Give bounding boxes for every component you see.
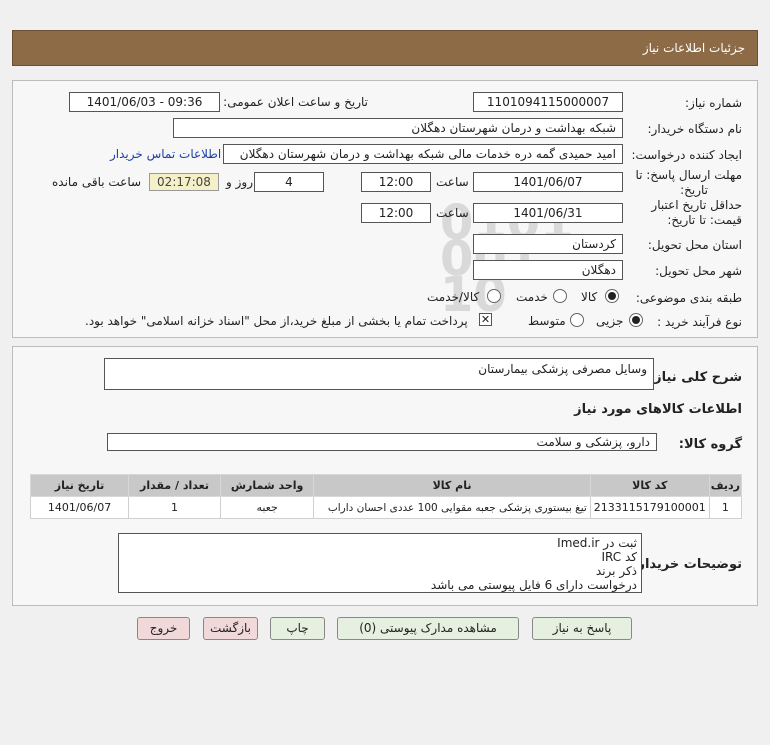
- col-code: کد کالا: [589, 474, 710, 497]
- remaining-label: ساعت باقی مانده: [52, 175, 142, 189]
- col-name: نام کالا: [313, 474, 591, 497]
- category-option-goods-service: کالا/خدمت: [427, 290, 480, 304]
- validity-time-field: 12:00: [361, 203, 431, 223]
- days-field: 4: [254, 172, 324, 192]
- goods-group-field: دارو، پزشکی و سلامت: [107, 433, 657, 451]
- category-label: طبقه بندی موضوعی:: [635, 291, 742, 305]
- deadline-date-field: 1401/06/07: [473, 172, 623, 192]
- days-label: روز و: [226, 175, 253, 189]
- col-qty: تعداد / مقدار: [128, 474, 221, 497]
- purchase-option-medium: متوسط: [528, 314, 566, 328]
- summary-field: وسایل مصرفی پزشکی بیمارستان: [104, 358, 654, 390]
- exit-button[interactable]: خروج: [137, 617, 190, 640]
- category-radio-goods[interactable]: [605, 289, 619, 303]
- buyer-notes-box: ثبت در Imed.ir کد IRC ذکر برند درخواست د…: [118, 533, 642, 593]
- page-header: جزئیات اطلاعات نیاز: [12, 30, 758, 66]
- creator-label: ایجاد کننده درخواست:: [631, 148, 742, 162]
- creator-field: امید حمیدی گمه دره خدمات مالی شبکه بهداش…: [223, 144, 623, 164]
- deadline-time-field: 12:00: [361, 172, 431, 192]
- deadline-label-2: تاریخ:: [680, 183, 708, 197]
- purchase-radio-medium[interactable]: [570, 313, 584, 327]
- summary-label: شرح کلی نیاز:: [648, 370, 742, 385]
- goods-group-label: گروه کالا:: [678, 437, 742, 452]
- purchase-radio-minor[interactable]: [629, 313, 643, 327]
- province-label: استان محل تحویل:: [647, 238, 742, 252]
- announce-label: تاریخ و ساعت اعلان عمومی:: [223, 95, 368, 109]
- buyer-notes-label: توضیحات خریدار:: [632, 557, 742, 572]
- col-row: ردیف: [708, 474, 743, 497]
- cell-date: 1401/06/07: [29, 496, 130, 519]
- category-option-service: خدمت: [516, 290, 548, 304]
- announce-datetime-field: 1401/06/03 - 09:36: [69, 92, 220, 112]
- goods-info-title: اطلاعات کالاهای مورد نیاز: [574, 402, 742, 417]
- city-field: دهگلان: [473, 260, 623, 280]
- buyer-org-label: نام دستگاه خریدار:: [647, 122, 743, 136]
- cell-name: تیغ بیستوری پزشکی جعبه مقوایی 100 عددی ا…: [313, 496, 591, 519]
- validity-label-1: حداقل تاریخ اعتبار: [651, 198, 742, 212]
- back-button[interactable]: بازگشت: [203, 617, 258, 640]
- remaining-time-badge: 02:17:08: [149, 173, 219, 191]
- cell-row: 1: [708, 496, 743, 519]
- buyer-note-line: ثبت در Imed.ir: [557, 536, 637, 550]
- reply-button[interactable]: پاسخ به نیاز: [532, 617, 632, 640]
- category-option-goods: کالا: [581, 290, 598, 304]
- print-button[interactable]: چاپ: [270, 617, 325, 640]
- buyer-contact-link[interactable]: اطلاعات تماس خریدار: [110, 147, 221, 161]
- deadline-label-1: مهلت ارسال پاسخ: تا: [635, 168, 742, 182]
- page-title: جزئیات اطلاعات نیاز: [642, 41, 745, 55]
- cell-code: 2133115179100001: [589, 496, 710, 519]
- deadline-time-label: ساعت: [436, 175, 469, 189]
- buyer-note-line: درخواست دارای 6 فایل پیوستی می باشد: [430, 578, 637, 592]
- col-date: تاریخ نیاز: [29, 474, 130, 497]
- city-label: شهر محل تحویل:: [655, 264, 742, 278]
- need-number-field: 1101094115000007: [473, 92, 623, 112]
- purchase-type-label: نوع فرآیند خرید :: [657, 315, 742, 329]
- category-radio-service[interactable]: [553, 289, 567, 303]
- goods-table-header: ردیف کد کالا نام کالا واحد شمارش تعداد /…: [29, 474, 743, 497]
- purchase-option-minor: جزیی: [596, 314, 624, 328]
- province-field: کردستان: [473, 234, 623, 254]
- buyer-org-field: شبکه بهداشت و درمان شهرستان دهگلان: [173, 118, 623, 138]
- col-unit: واحد شمارش: [219, 474, 315, 497]
- table-row: 1 2133115179100001 تیغ بیستوری پزشکی جعب…: [29, 496, 743, 519]
- cell-qty: 1: [128, 496, 221, 519]
- buyer-note-line: کد IRC: [601, 550, 638, 564]
- buyer-note-line: ذکر برند: [595, 564, 637, 578]
- validity-label-2: قیمت: تا تاریخ:: [667, 213, 742, 227]
- cell-unit: جعبه: [219, 496, 315, 519]
- need-number-label: شماره نیاز:: [685, 96, 742, 110]
- validity-time-label: ساعت: [436, 206, 469, 220]
- category-radio-goods-service[interactable]: [487, 289, 501, 303]
- treasury-payment-checkbox[interactable]: ✕: [479, 313, 492, 326]
- view-attachments-button[interactable]: مشاهده مدارک پیوستی (0): [337, 617, 519, 640]
- validity-date-field: 1401/06/31: [473, 203, 623, 223]
- treasury-payment-note: پرداخت تمام یا بخشی از مبلغ خرید،از محل …: [85, 314, 468, 328]
- goods-table: ردیف کد کالا نام کالا واحد شمارش تعداد /…: [29, 474, 743, 519]
